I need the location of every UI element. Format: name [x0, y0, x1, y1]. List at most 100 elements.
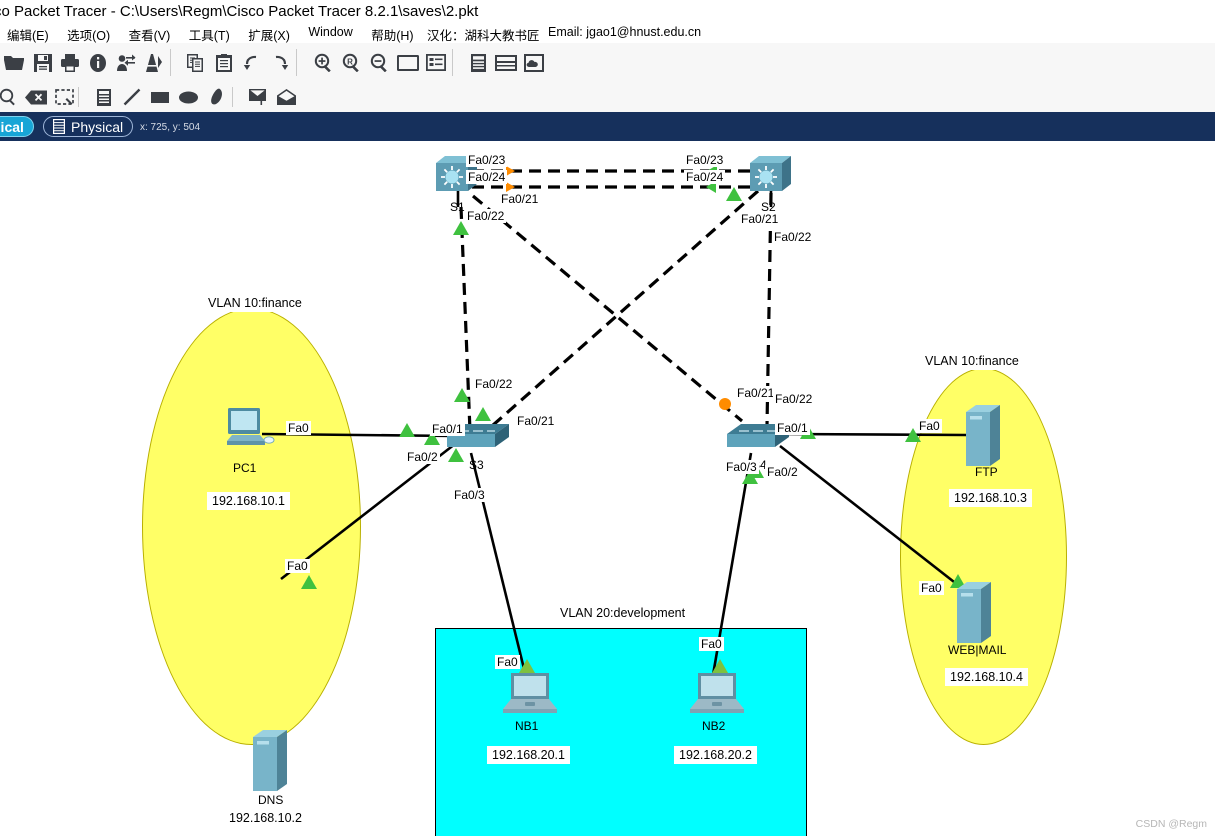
- zoom-out-icon[interactable]: [366, 43, 394, 82]
- switch-s1-label: S1: [450, 200, 465, 214]
- svg-text:R: R: [347, 58, 353, 67]
- watermark: CSDN @Regm: [1135, 818, 1207, 830]
- draw-rectangle-icon[interactable]: [146, 82, 174, 112]
- port-label-s2-fa023: Fa0/23: [684, 153, 726, 167]
- draw-line-icon[interactable]: [118, 82, 146, 112]
- window-title: co Packet Tracer - C:\Users\Regm\Cisco P…: [0, 3, 479, 20]
- port-label-s2-fa022: Fa0/22: [772, 230, 814, 244]
- host-ftp-label: FTP: [975, 465, 998, 479]
- menu-bar: 编辑(E) 选项(O) 查看(V) 工具(T) 扩展(X) Window 帮助(…: [0, 23, 1215, 43]
- host-nb2-ip: 192.168.20.2: [674, 746, 757, 764]
- port-label-s1-fa023: Fa0/23: [466, 153, 508, 167]
- links-layer: [261, 169, 973, 682]
- toolbar-separator: [452, 49, 453, 76]
- main-toolbar: R: [0, 43, 1215, 83]
- link-status-up: [453, 387, 471, 408]
- tools-toolbar: [0, 82, 1215, 113]
- tab-physical-label: Physical: [71, 118, 124, 135]
- host-pc1-ip: 192.168.10.1: [207, 492, 290, 510]
- host-nb1-ip: 192.168.20.1: [487, 746, 570, 764]
- toolbar-separator: [78, 87, 79, 107]
- cloud-image-icon[interactable]: [520, 43, 548, 82]
- host-webmail-ip: 192.168.10.4: [945, 668, 1028, 686]
- link-s4-webmail: [779, 444, 973, 598]
- logical-workspace[interactable]: VLAN 10:finance VLAN 10:finance VLAN 20:…: [0, 141, 1215, 836]
- paste-icon[interactable]: [210, 43, 238, 82]
- toolbar-separator: [170, 49, 171, 76]
- link-status-up: [725, 186, 743, 207]
- port-label-s3-fa021: Fa0/21: [515, 414, 557, 428]
- port-label-s4-fa02: Fa0/2: [765, 465, 800, 479]
- host-nb2[interactable]: [686, 671, 744, 717]
- port-label-dns-fa0: Fa0: [285, 559, 310, 573]
- port-label-s3-fa022: Fa0/22: [473, 377, 515, 391]
- palette-window-icon[interactable]: [394, 43, 422, 82]
- copy-icon[interactable]: [182, 43, 210, 82]
- link-s2-s3: [490, 189, 760, 428]
- undo-icon[interactable]: [238, 43, 266, 82]
- vlan-zone-left-label: VLAN 10:finance: [205, 294, 305, 312]
- host-dns-ip: 192.168.10.2: [224, 809, 307, 827]
- host-ftp-ip: 192.168.10.3: [949, 489, 1032, 507]
- host-pc1[interactable]: [225, 407, 275, 451]
- link-status-up: [398, 422, 416, 443]
- building-icon: [53, 119, 65, 134]
- host-webmail-label-text: WEB|MAIL: [948, 643, 1007, 657]
- draw-freeform-icon[interactable]: [202, 82, 230, 112]
- tab-physical[interactable]: Physical: [43, 116, 134, 137]
- port-label-s4-fa022: Fa0/22: [773, 392, 815, 406]
- port-label-nb1-fa0: Fa0: [495, 655, 520, 669]
- toolbar-separator: [232, 87, 233, 107]
- menu-translator-email: Email: jgao1@hnust.edu.cn: [548, 25, 702, 39]
- zoom-reset-icon[interactable]: R: [338, 43, 366, 82]
- host-nb1[interactable]: [499, 671, 557, 717]
- activity-wizard-icon[interactable]: [112, 43, 140, 82]
- host-nb1-label: NB1: [515, 719, 539, 733]
- network-description-icon[interactable]: [464, 43, 492, 82]
- info-icon[interactable]: [84, 43, 112, 82]
- complex-pdu-icon[interactable]: [272, 82, 300, 112]
- port-label-ftp-fa0: Fa0: [917, 419, 942, 433]
- save-icon[interactable]: [29, 43, 57, 82]
- inspect-rect-icon[interactable]: [50, 82, 78, 112]
- port-label-s4-fa021: Fa0/21: [735, 386, 777, 400]
- draw-ellipse-icon[interactable]: [174, 82, 202, 112]
- port-label-nb2-fa0: Fa0: [699, 637, 724, 651]
- tab-logical[interactable]: gical: [0, 116, 34, 137]
- host-nb2-label: NB2: [702, 719, 726, 733]
- view-mode-bar: gical Physical x: 725, y: 504: [0, 112, 1215, 141]
- switch-s2[interactable]: [750, 155, 794, 197]
- device-stack-icon[interactable]: [492, 43, 520, 82]
- link-status-up: [300, 574, 318, 595]
- delete-icon[interactable]: [22, 82, 50, 112]
- redo-icon[interactable]: [266, 43, 294, 82]
- custom-devices-dialog-icon[interactable]: [422, 43, 450, 82]
- port-label-webmail-fa0: Fa0: [919, 581, 944, 595]
- port-label-s2-fa024: Fa0/24: [684, 170, 726, 184]
- select-icon[interactable]: [0, 82, 22, 112]
- host-webmail-label: WEB|MAIL: [948, 643, 1006, 657]
- port-label-s4-fa01: Fa0/1: [775, 421, 810, 435]
- vlan-zone-dev-label: VLAN 20:development: [557, 604, 689, 622]
- port-label-pc1-fa0: Fa0: [286, 421, 311, 435]
- port-label-s3-fa02: Fa0/2: [405, 450, 440, 464]
- simple-pdu-icon[interactable]: [244, 82, 272, 112]
- menu-window[interactable]: Window: [301, 23, 359, 41]
- port-label-s1-fa022: Fa0/22: [465, 209, 507, 223]
- port-label-s3-fa03: Fa0/3: [452, 488, 487, 502]
- port-label-s1-fa021: Fa0/21: [499, 192, 541, 206]
- host-dns[interactable]: [253, 729, 289, 791]
- port-label-s1-fa024: Fa0/24: [466, 170, 508, 184]
- port-label-s3-fa01: Fa0/1: [430, 422, 465, 436]
- note-icon[interactable]: [90, 82, 118, 112]
- multiuser-icon[interactable]: [140, 43, 168, 82]
- open-folder-icon[interactable]: [0, 43, 28, 82]
- host-dns-label: DNS: [258, 793, 284, 807]
- host-ftp[interactable]: [966, 404, 1002, 466]
- zoom-in-icon[interactable]: [310, 43, 338, 82]
- host-webmail[interactable]: [957, 581, 993, 643]
- link-status-down: [718, 397, 732, 416]
- print-icon[interactable]: [56, 43, 84, 82]
- tab-logical-label: gical: [0, 118, 24, 135]
- link-status-up: [452, 220, 470, 241]
